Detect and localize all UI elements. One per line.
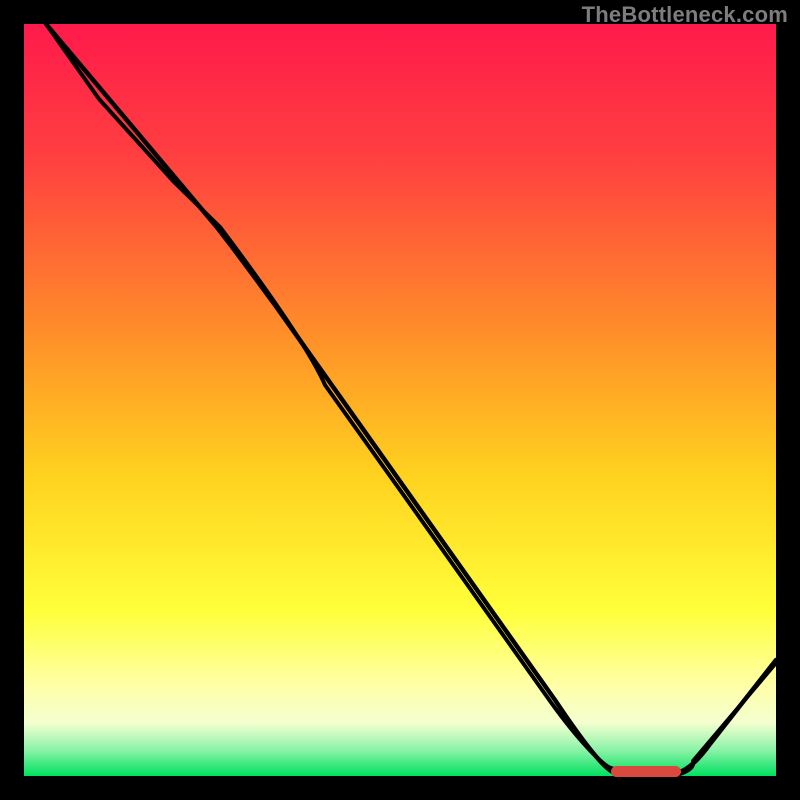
- plot-background: [24, 24, 776, 776]
- chart-svg: [0, 0, 800, 800]
- chart-stage: TheBottleneck.com: [0, 0, 800, 800]
- watermark-text: TheBottleneck.com: [582, 2, 788, 28]
- optimal-range-marker: [611, 766, 681, 777]
